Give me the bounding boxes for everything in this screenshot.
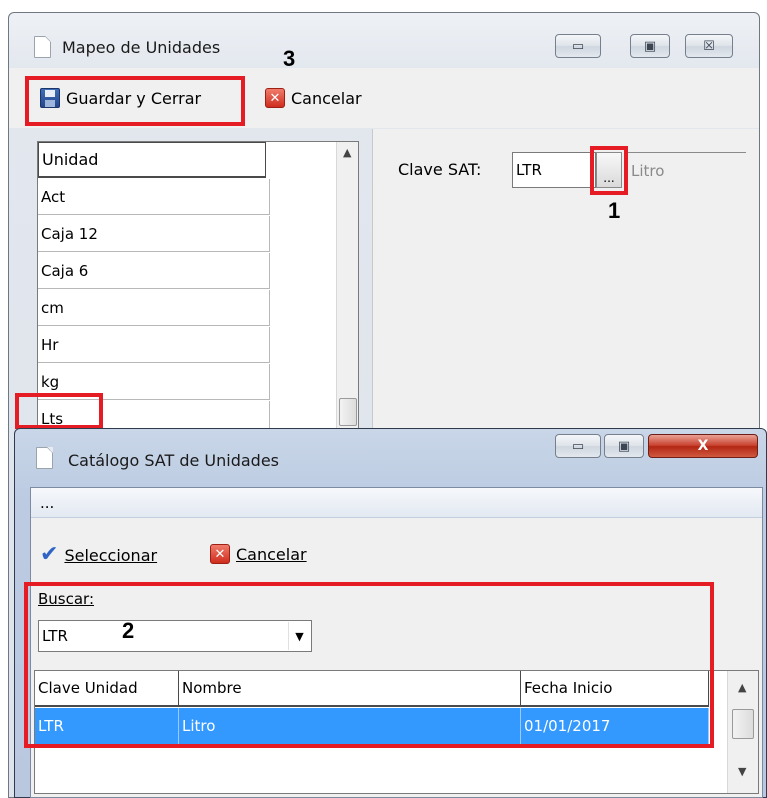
select-label: Seleccionar <box>64 545 158 565</box>
scroll-up-icon[interactable]: ▲ <box>343 146 351 159</box>
highlight-box-lts <box>15 393 103 429</box>
menu-bar <box>31 488 762 518</box>
close-icon: ☒ <box>703 38 715 54</box>
close-button[interactable]: X <box>648 434 758 458</box>
minimize-button[interactable]: ▭ <box>555 34 601 58</box>
catalog-cancel-label: Cancelar <box>236 544 307 564</box>
list-item[interactable]: Caja 12 <box>38 216 270 252</box>
sat-description: Litro <box>628 152 746 188</box>
select-button[interactable]: ✔ Seleccionar <box>40 544 157 566</box>
grid-scrollbar[interactable]: ▲ ▼ <box>727 671 758 793</box>
highlight-box-1 <box>590 146 628 195</box>
cancel-x-icon: ✕ <box>210 544 230 564</box>
minimize-button[interactable]: ▭ <box>555 434 601 458</box>
maximize-button[interactable]: ▣ <box>604 434 644 458</box>
catalog-window-title: Catálogo SAT de Unidades <box>68 451 280 470</box>
cancel-button[interactable]: ✕ Cancelar <box>265 88 362 108</box>
catalog-cancel-button[interactable]: ✕ Cancelar <box>210 544 307 564</box>
unit-list[interactable]: Unidad Act Caja 12 Caja 6 cm Hr kg Lts ▲ <box>37 141 359 437</box>
close-icon: X <box>697 438 709 454</box>
cancel-label: Cancelar <box>291 88 362 108</box>
scroll-thumb[interactable] <box>339 398 357 426</box>
list-item[interactable]: Caja 6 <box>38 253 270 289</box>
scroll-up-icon[interactable]: ▲ <box>738 681 746 694</box>
document-icon <box>34 36 51 58</box>
unit-list-header[interactable]: Unidad <box>38 142 266 178</box>
cancel-x-icon: ✕ <box>265 88 285 108</box>
highlight-box-3 <box>25 76 245 126</box>
sat-key-label: Clave SAT: <box>398 160 482 179</box>
menu-item-more[interactable]: ... <box>40 494 54 512</box>
annotation-1: 1 <box>608 198 621 223</box>
scroll-thumb[interactable] <box>732 709 754 739</box>
sat-key-input[interactable]: LTR <box>512 152 596 188</box>
list-item[interactable]: cm <box>38 290 270 326</box>
close-button[interactable]: ☒ <box>685 34 733 58</box>
maximize-button[interactable]: ▣ <box>630 34 670 58</box>
unit-list-scrollbar[interactable]: ▲ <box>336 142 358 430</box>
list-item[interactable]: Hr <box>38 327 270 363</box>
maximize-icon: ▣ <box>617 438 631 454</box>
scroll-down-icon[interactable]: ▼ <box>738 765 746 778</box>
window-title: Mapeo de Unidades <box>62 38 221 57</box>
document-icon <box>36 447 53 469</box>
maximize-icon: ▣ <box>643 38 657 54</box>
highlight-box-2 <box>24 582 714 748</box>
minimize-icon: ▭ <box>571 38 585 54</box>
list-item[interactable]: Act <box>38 179 270 215</box>
checkmark-icon: ✔ <box>40 542 59 567</box>
minimize-icon: ▭ <box>571 438 585 454</box>
